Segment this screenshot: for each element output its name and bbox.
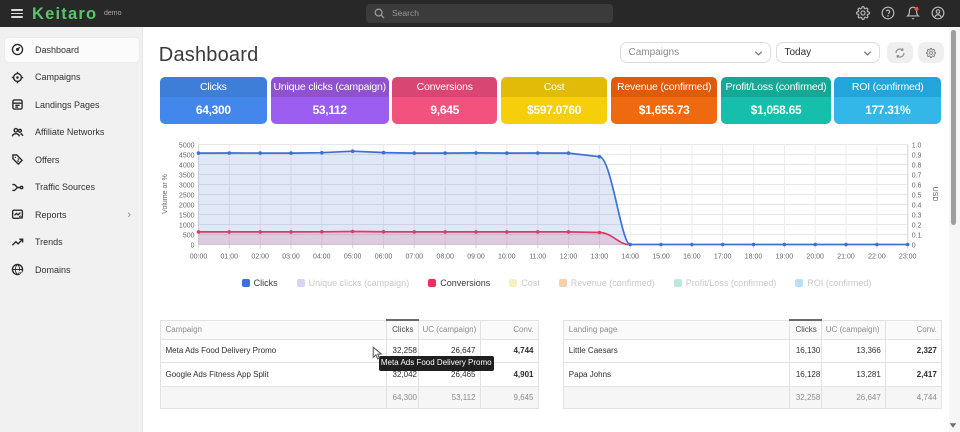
svg-text:08:00: 08:00 [436, 254, 454, 261]
svg-text:0: 0 [191, 242, 195, 249]
svg-text:22:00: 22:00 [868, 254, 886, 261]
svg-text:13:00: 13:00 [591, 254, 609, 261]
svg-text:0.4: 0.4 [912, 202, 922, 209]
svg-text:2000: 2000 [179, 202, 195, 209]
svg-text:18:00: 18:00 [745, 254, 763, 261]
svg-text:USD: USD [931, 187, 938, 202]
svg-text:14:00: 14:00 [621, 254, 639, 261]
svg-text:1.0: 1.0 [912, 142, 922, 149]
svg-text:0.9: 0.9 [912, 152, 922, 159]
svg-text:00:00: 00:00 [190, 254, 208, 261]
svg-text:0.6: 0.6 [912, 182, 922, 189]
svg-text:11:00: 11:00 [529, 254, 546, 261]
svg-text:3000: 3000 [179, 182, 195, 189]
svg-text:Volume or %: Volume or % [162, 174, 169, 214]
svg-text:0: 0 [912, 242, 916, 249]
svg-text:500: 500 [183, 232, 195, 239]
svg-text:5000: 5000 [179, 142, 195, 149]
svg-text:17:00: 17:00 [714, 254, 732, 261]
svg-text:0.3: 0.3 [912, 212, 922, 219]
svg-text:0.2: 0.2 [912, 222, 922, 229]
svg-text:0.5: 0.5 [912, 192, 922, 199]
svg-text:20:00: 20:00 [806, 254, 824, 261]
svg-text:06:00: 06:00 [375, 254, 393, 261]
svg-text:3500: 3500 [179, 172, 195, 179]
svg-text:10:00: 10:00 [498, 254, 516, 261]
svg-text:16:00: 16:00 [683, 254, 701, 261]
svg-text:05:00: 05:00 [344, 254, 362, 261]
svg-text:09:00: 09:00 [467, 254, 485, 261]
svg-text:03:00: 03:00 [282, 254, 300, 261]
svg-text:4000: 4000 [179, 162, 195, 169]
svg-text:07:00: 07:00 [406, 254, 424, 261]
svg-text:01:00: 01:00 [221, 254, 239, 261]
svg-text:4500: 4500 [179, 152, 195, 159]
svg-text:2500: 2500 [179, 192, 195, 199]
svg-text:1000: 1000 [179, 222, 195, 229]
svg-text:21:00: 21:00 [837, 254, 855, 261]
svg-text:02:00: 02:00 [251, 254, 269, 261]
svg-text:0.8: 0.8 [912, 162, 922, 169]
svg-text:1500: 1500 [179, 212, 195, 219]
svg-text:12:00: 12:00 [560, 254, 578, 261]
svg-text:0.7: 0.7 [912, 172, 922, 179]
svg-text:19:00: 19:00 [776, 254, 794, 261]
svg-text:15:00: 15:00 [652, 254, 670, 261]
svg-text:04:00: 04:00 [313, 254, 331, 261]
svg-text:23:00: 23:00 [899, 254, 917, 261]
svg-text:0.1: 0.1 [912, 232, 922, 239]
